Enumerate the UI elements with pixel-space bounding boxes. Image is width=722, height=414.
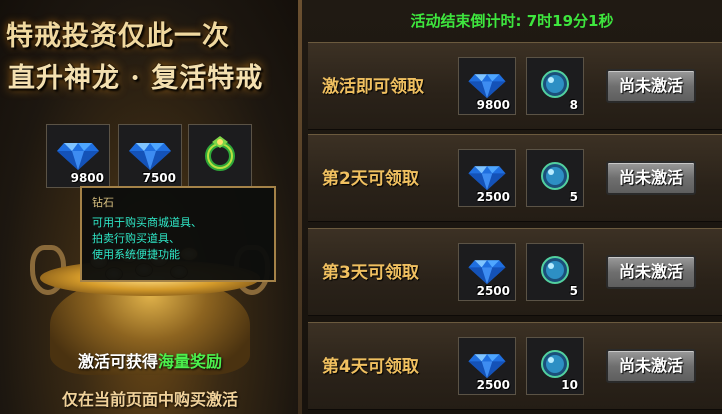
item-quantity: 9800	[70, 171, 104, 185]
item-quantity: 5	[569, 284, 578, 298]
item-quantity: 10	[561, 378, 578, 392]
reward-slot-orb[interactable]: 10	[526, 337, 584, 395]
reward-slot-diamond[interactable]: 2500	[458, 337, 516, 395]
reward-day-label: 激活即可领取	[322, 77, 424, 97]
item-tooltip: 钻石 可用于购买商城道具、 拍卖行购买道具、 使用系统便捷功能	[80, 186, 276, 282]
reward-row: 激活即可领取 9800 8 尚未激活	[308, 42, 722, 130]
reward-slot-diamond[interactable]: 2500	[458, 149, 516, 207]
item-quantity: 7500	[142, 171, 176, 185]
reward-slot-diamond-2[interactable]: 7500	[118, 124, 182, 188]
reward-slot-ring[interactable]	[188, 124, 252, 188]
rewards-panel: 活动结束倒计时: 7时19分1秒 激活即可领取 9800 8 尚未激活 第2天可…	[302, 0, 722, 414]
reward-slot-diamond[interactable]: 2500	[458, 243, 516, 301]
reward-day-label: 第4天可领取	[322, 357, 419, 377]
promo-subtitle: 直升神龙 · 复活特戒	[8, 63, 264, 94]
reward-day-label: 第2天可领取	[322, 169, 419, 189]
item-quantity: 2500	[476, 378, 510, 392]
reward-row: 第4天可领取 2500 10 尚未激活	[308, 322, 722, 410]
diamond-icon	[468, 74, 506, 98]
reward-slot-orb[interactable]: 8	[526, 57, 584, 115]
diamond-icon	[57, 142, 99, 170]
item-quantity: 2500	[476, 190, 510, 204]
blue-orb-icon	[541, 69, 569, 98]
promo-footer: 仅在当前页面中购买激活	[61, 390, 238, 409]
claim-button[interactable]: 尚未激活	[606, 69, 696, 103]
claim-button[interactable]: 尚未激活	[606, 349, 696, 383]
item-quantity: 9800	[476, 98, 510, 112]
blue-orb-icon	[541, 255, 569, 284]
reward-row: 第3天可领取 2500 5 尚未激活	[308, 228, 722, 316]
diamond-icon	[468, 260, 506, 284]
diamond-icon	[129, 142, 171, 170]
reward-day-label: 第3天可领取	[322, 263, 419, 283]
item-quantity: 8	[569, 98, 578, 112]
reward-row: 第2天可领取 2500 5 尚未激活	[308, 134, 722, 222]
reward-slot-orb[interactable]: 5	[526, 243, 584, 301]
tooltip-line: 可用于购买商城道具、	[92, 216, 202, 229]
tooltip-line: 使用系统便捷功能	[92, 248, 180, 261]
claim-button[interactable]: 尚未激活	[606, 255, 696, 289]
green-ring-icon	[205, 135, 235, 171]
blue-orb-icon	[541, 349, 569, 378]
reward-slot-diamond-1[interactable]: 9800	[46, 124, 110, 188]
promo-reward-prefix: 激活可获得	[77, 352, 158, 371]
countdown-timer: 活动结束倒计时: 7时19分1秒	[302, 10, 722, 31]
countdown-value: 7时19分1秒	[526, 12, 614, 30]
item-quantity: 5	[569, 190, 578, 204]
tooltip-line: 拍卖行购买道具、	[92, 232, 180, 245]
promo-reward-highlight: 海量奖励	[158, 352, 223, 371]
reward-slot-diamond[interactable]: 9800	[458, 57, 516, 115]
diamond-icon	[468, 354, 506, 378]
blue-orb-icon	[541, 161, 569, 190]
diamond-icon	[468, 166, 506, 190]
tooltip-title: 钻石	[92, 196, 114, 209]
countdown-label: 活动结束倒计时:	[410, 12, 522, 30]
promo-panel: 特戒投资仅此一次 直升神龙 · 复活特戒 9800 7500 激活可获得海量奖励…	[0, 0, 300, 414]
item-quantity: 2500	[476, 284, 510, 298]
claim-button[interactable]: 尚未激活	[606, 161, 696, 195]
promo-reward-text: 激活可获得海量奖励	[0, 348, 300, 372]
reward-slot-orb[interactable]: 5	[526, 149, 584, 207]
promo-title: 特戒投资仅此一次	[6, 21, 230, 52]
